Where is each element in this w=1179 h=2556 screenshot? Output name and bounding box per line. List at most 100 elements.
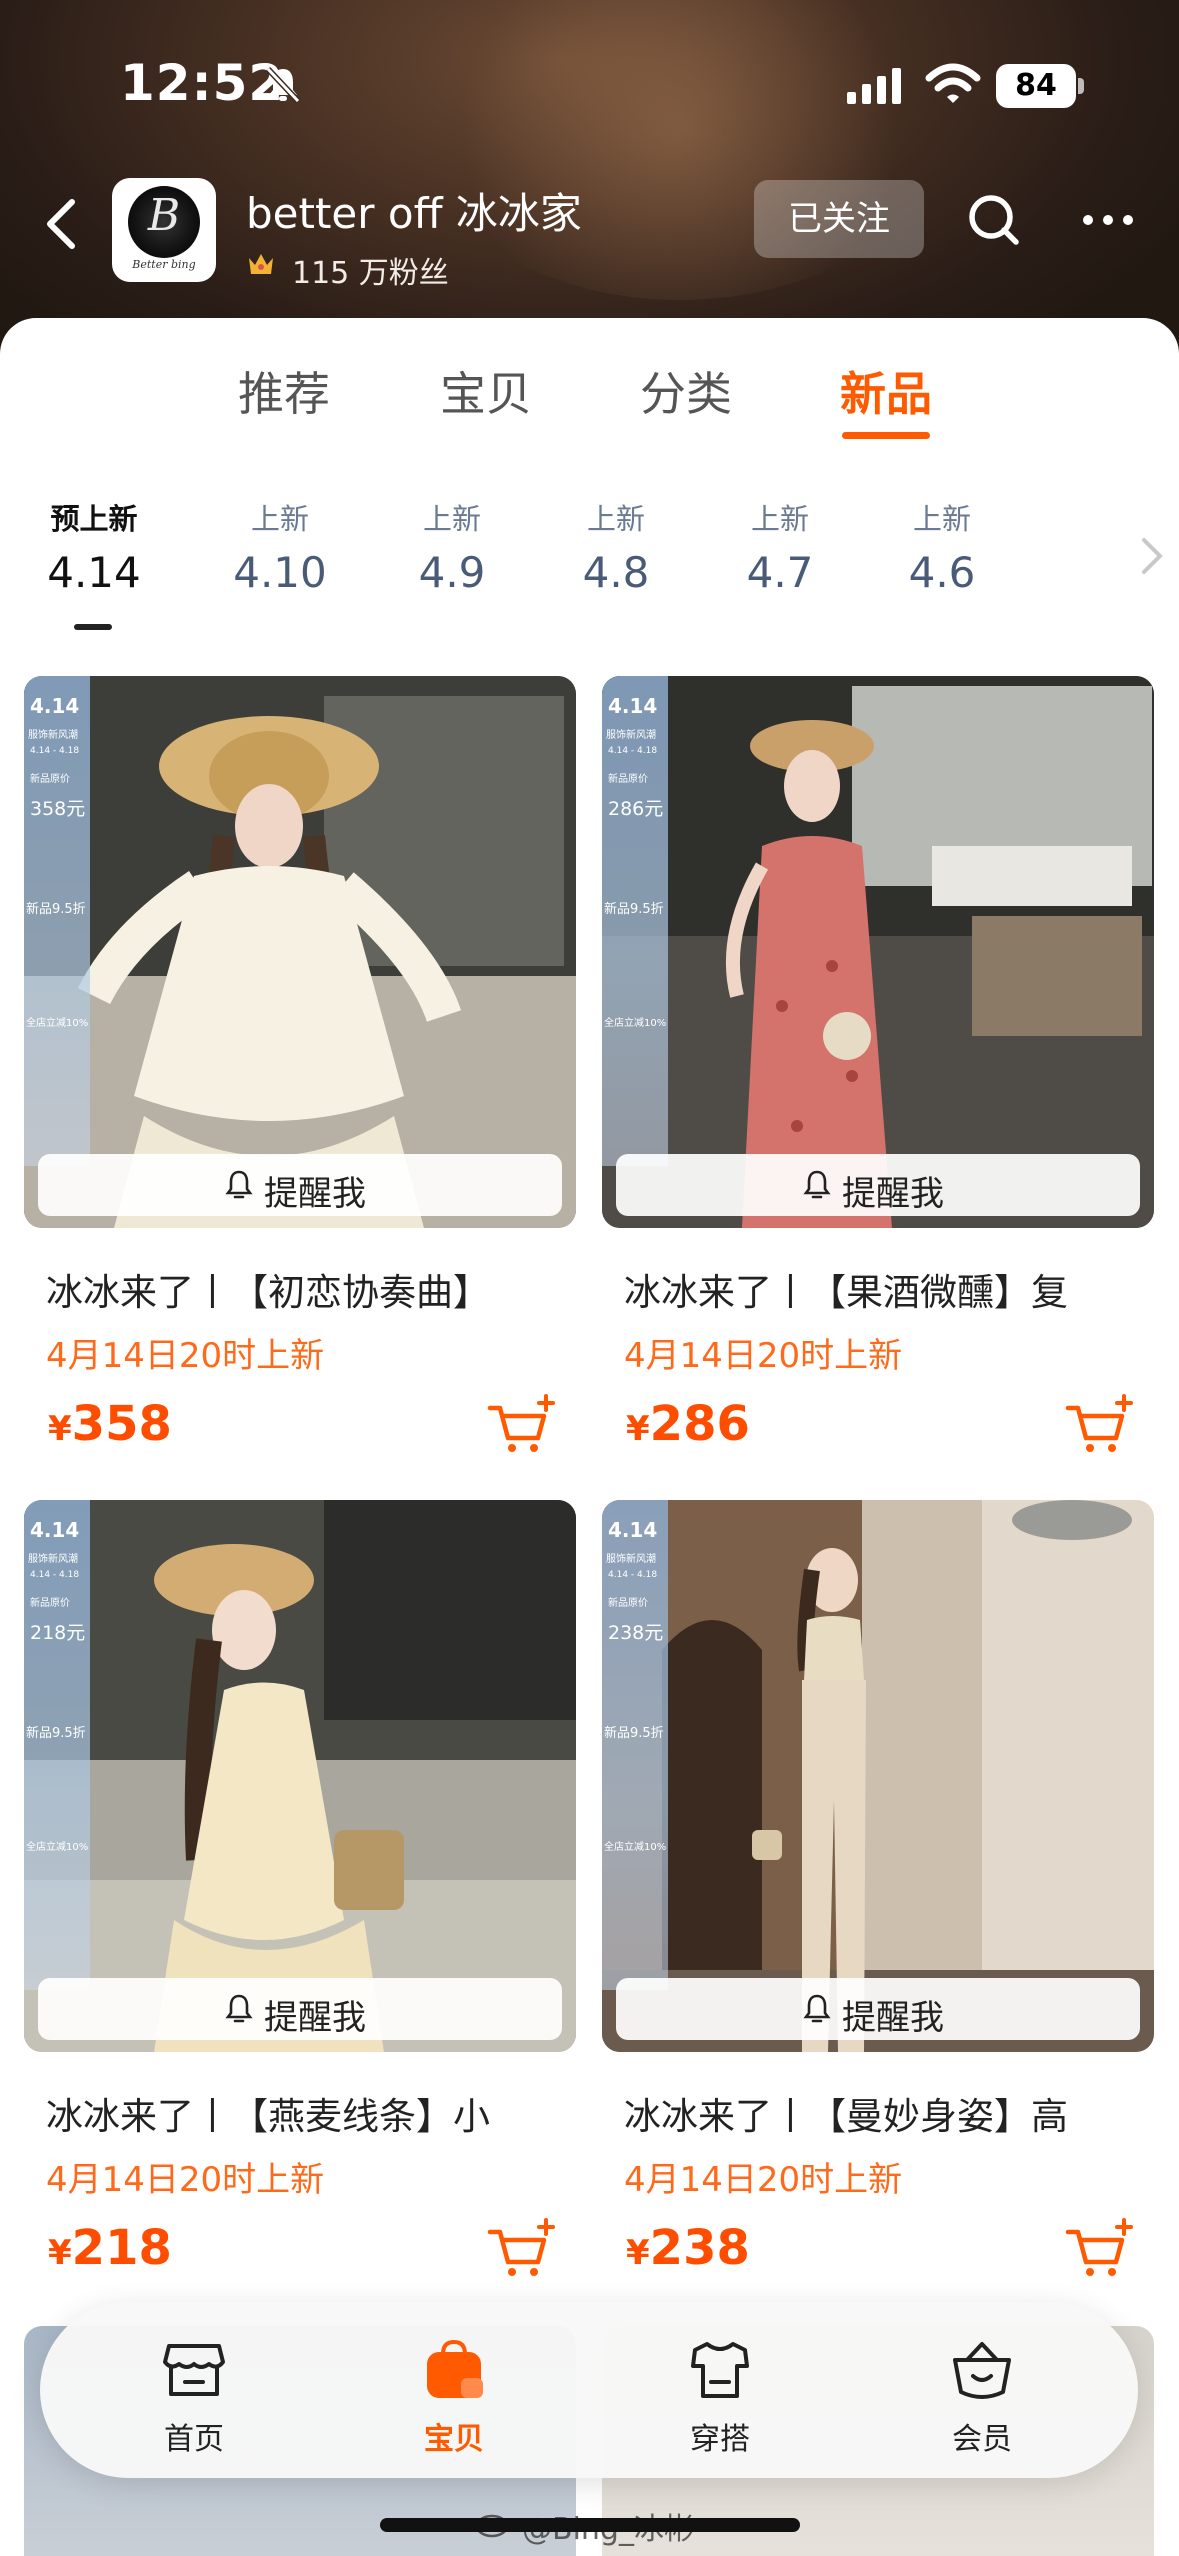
storefront-icon [163,2344,225,2396]
promo-date: 4.14 [608,694,658,718]
date-tab-label: 上新 [250,502,309,536]
promo-strip: 4.14 服饰新风潮 4.14 - 4.18 新品原价 238元 新品9.5折 … [602,1500,668,1990]
wifi-icon [925,63,981,103]
product-card[interactable]: 4.14 服饰新风潮 4.14 - 4.18 新品原价 218元 新品9.5折 … [24,1500,576,2330]
product-card[interactable]: 4.14 服饰新风潮 4.14 - 4.18 新品原价 286元 新品9.5折 … [602,676,1154,1506]
promo-discount: 新品9.5折 [604,1726,664,1741]
product-title[interactable]: 冰冰来了丨【燕麦线条】小 [46,2086,576,2140]
battery-indicator: 84 [996,64,1076,108]
back-arrow-icon[interactable] [40,196,84,252]
home-indicator[interactable] [380,2518,800,2532]
date-tab-4-10[interactable]: 上新 4.10 [210,496,350,597]
nav-label: 首页 [164,2422,224,2457]
date-active-underline [74,624,112,630]
remind-me-button[interactable]: 提醒我 [38,1978,562,2040]
remind-me-button[interactable]: 提醒我 [616,1978,1140,2040]
product-price: ¥286 [626,1396,750,1452]
product-image[interactable]: 4.14 服饰新风潮 4.14 - 4.18 新品原价 218元 新品9.5折 … [24,1500,576,2052]
status-bar: 12:52 84 [0,0,1179,170]
product-photo-floral-dress [602,676,1154,1228]
price-value: 286 [649,1396,750,1452]
tab-active-underline [842,432,930,439]
product-title[interactable]: 冰冰来了丨【初恋协奏曲】 [46,1262,576,1316]
remind-me-button[interactable]: 提醒我 [38,1154,562,1216]
promo-discount: 新品9.5折 [26,1726,86,1741]
promo-original-label: 新品原价 [30,1598,70,1609]
add-to-cart-icon[interactable] [1064,1394,1134,1458]
promo-original-label: 新品原价 [608,774,648,785]
promo-store-off: 全店立减10% [26,1842,89,1853]
add-to-cart-icon[interactable] [1064,2218,1134,2282]
price-value: 358 [71,1396,172,1452]
promo-range: 4.14 - 4.18 [608,1570,658,1580]
add-to-cart-icon[interactable] [486,1394,556,1458]
search-icon[interactable] [966,192,1022,248]
tab-new-arrivals[interactable]: 新品 [840,358,932,424]
date-tab-4-7[interactable]: 上新 4.7 [710,496,850,597]
tab-products[interactable]: 宝贝 [440,358,532,424]
promo-strip: 4.14 服饰新风潮 4.14 - 4.18 新品原价 218元 新品9.5折 … [24,1500,90,1990]
date-tab-date: 4.14 [47,548,141,597]
date-tab-4-6[interactable]: 上新 4.6 [872,496,1012,597]
tab-categories[interactable]: 分类 [640,358,732,424]
cellular-signal-icon [847,68,901,104]
bell-icon [225,1170,253,1199]
logo-letter: B [147,190,181,241]
date-tab-4-9[interactable]: 上新 4.9 [382,496,522,597]
currency-symbol: ¥ [626,2233,650,2273]
promo-discount: 新品9.5折 [604,902,664,917]
product-photo-lace-dress [24,676,576,1228]
product-image[interactable]: 4.14 服饰新风潮 4.14 - 4.18 新品原价 358元 新品9.5折 … [24,676,576,1228]
promo-date: 4.14 [608,1518,658,1542]
promo-original-label: 新品原价 [30,774,70,785]
chevron-right-icon[interactable] [1138,536,1166,576]
date-tab-date: 4.10 [233,548,327,597]
promo-range: 4.14 - 4.18 [30,746,80,756]
remind-label: 提醒我 [264,1174,366,1214]
crown-icon [249,254,273,274]
nav-home[interactable]: 首页 [124,2338,264,2458]
date-tab-4-14[interactable]: 预上新 4.14 [24,496,164,597]
logo-script: Better bing [132,258,196,271]
nav-label: 穿搭 [690,2422,750,2457]
promo-tagline: 服饰新风潮 [28,730,78,741]
remind-label: 提醒我 [842,1174,944,1214]
tshirt-icon [691,2342,749,2398]
nav-products[interactable]: 宝贝 [384,2338,524,2458]
promo-price: 358元 [30,798,86,820]
member-basket-icon [953,2342,1011,2399]
remind-label: 提醒我 [842,1998,944,2038]
product-card[interactable]: 4.14 服饰新风潮 4.14 - 4.18 新品原价 358元 新品9.5折 … [24,676,576,1506]
date-tab-4-8[interactable]: 上新 4.8 [546,496,686,597]
currency-symbol: ¥ [48,1409,72,1449]
main-tabs: 推荐 宝贝 分类 新品 [0,358,1179,438]
remind-me-button[interactable]: 提醒我 [616,1154,1140,1216]
store-logo[interactable]: B Better bing [112,178,216,282]
follow-button[interactable]: 已关注 [754,180,924,258]
promo-strip: 4.14 服饰新风潮 4.14 - 4.18 新品原价 286元 新品9.5折 … [602,676,668,1166]
bell-icon [803,1994,831,2023]
bell-icon [803,1170,831,1199]
fans-count: 115 万粉丝 [292,256,449,291]
product-card[interactable]: 4.14 服饰新风潮 4.14 - 4.18 新品原价 238元 新品9.5折 … [602,1500,1154,2330]
add-to-cart-icon[interactable] [486,2218,556,2282]
date-tab-date: 4.6 [908,548,976,597]
product-image[interactable]: 4.14 服饰新风潮 4.14 - 4.18 新品原价 286元 新品9.5折 … [602,676,1154,1228]
nav-outfits[interactable]: 穿搭 [650,2338,790,2458]
product-title[interactable]: 冰冰来了丨【曼妙身姿】高 [624,2086,1154,2140]
launch-time: 4月14日20时上新 [46,1336,325,1376]
date-tab-date: 4.8 [582,548,650,597]
nav-label: 宝贝 [424,2422,484,2457]
date-tab-date: 4.7 [746,548,814,597]
tab-recommend[interactable]: 推荐 [238,358,330,424]
product-title[interactable]: 冰冰来了丨【果酒微醺】复 [624,1262,1154,1316]
nav-membership[interactable]: 会员 [912,2338,1052,2458]
product-photo-oat-dress [24,1500,576,2052]
date-tab-label: 上新 [422,502,481,536]
promo-date: 4.14 [30,1518,80,1542]
store-name[interactable]: better off 冰冰家 [246,180,582,241]
promo-price: 218元 [30,1622,86,1644]
product-image[interactable]: 4.14 服饰新风潮 4.14 - 4.18 新品原价 238元 新品9.5折 … [602,1500,1154,2052]
bottom-nav: 首页 宝贝 穿搭 会员 [40,2302,1138,2478]
more-dots-icon[interactable] [1078,210,1138,230]
